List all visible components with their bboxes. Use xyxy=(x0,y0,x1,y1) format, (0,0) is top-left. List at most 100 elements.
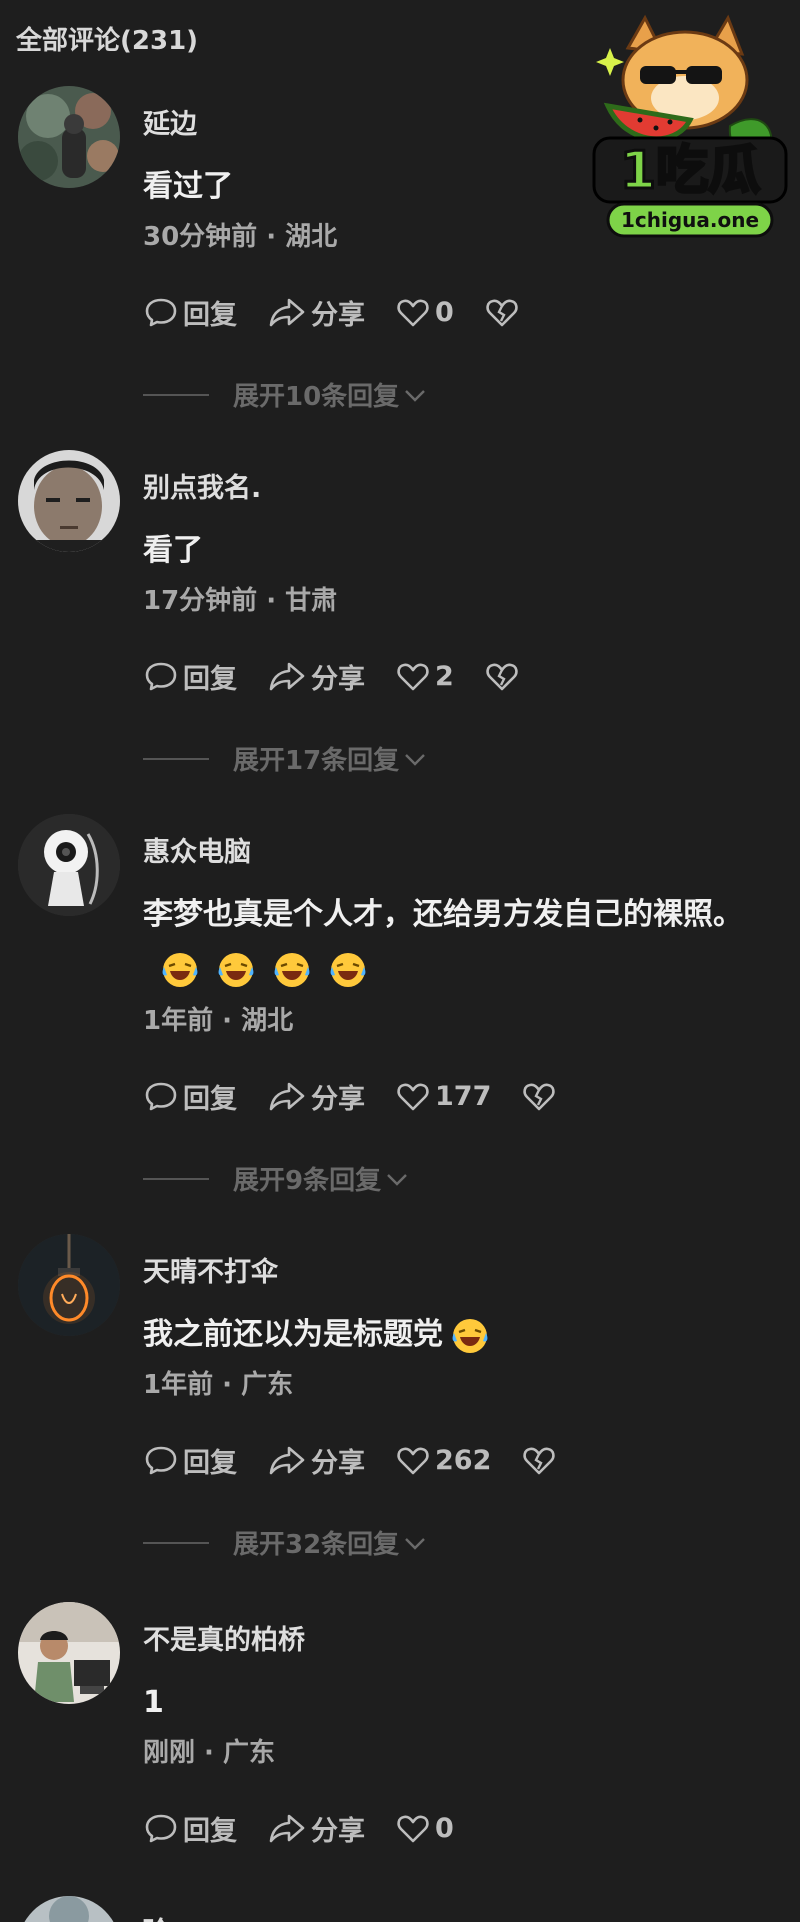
reply-button[interactable]: 回复 xyxy=(143,1809,237,1848)
chevron-down-icon xyxy=(387,1173,407,1186)
share-arrow-icon xyxy=(269,1082,305,1111)
reply-icon xyxy=(145,298,177,327)
username[interactable]: 延边 xyxy=(143,102,197,141)
broken-heart-icon xyxy=(486,663,518,691)
like-button[interactable]: 177 xyxy=(395,1078,491,1114)
share-label: 分享 xyxy=(311,1083,365,1115)
chevron-down-icon xyxy=(405,1537,426,1550)
share-button[interactable]: 分享 xyxy=(267,657,365,696)
comment-text-content: 李梦也真是个人才，还给男方发自己的裸照。 xyxy=(143,897,743,932)
reply-label: 回复 xyxy=(183,1815,237,1847)
like-count: 177 xyxy=(435,1080,492,1112)
dislike-button[interactable] xyxy=(484,658,524,694)
share-button[interactable]: 分享 xyxy=(267,1077,365,1116)
reply-label: 回复 xyxy=(183,299,237,331)
expand-replies-label: 展开17条回复 xyxy=(233,746,400,776)
reply-button[interactable]: 回复 xyxy=(143,657,237,696)
broken-heart-icon xyxy=(523,1447,556,1475)
share-label: 分享 xyxy=(311,299,365,331)
avatar[interactable] xyxy=(18,1602,120,1704)
expand-replies-button[interactable]: 展开32条回复 xyxy=(143,1524,427,1561)
username[interactable]: 别点我名. xyxy=(143,466,261,505)
chevron-down-icon xyxy=(405,753,426,766)
divider-line xyxy=(143,393,209,396)
share-button[interactable]: 分享 xyxy=(267,1809,365,1848)
laughing-crying-emoji-icon xyxy=(330,953,366,987)
heart-icon xyxy=(397,663,429,691)
comment-text: 看了 xyxy=(143,533,203,568)
reply-label: 回复 xyxy=(183,1447,237,1479)
comment-meta: 1年前 · 广东 xyxy=(143,1370,294,1400)
username[interactable]: 惠众电脑 xyxy=(143,830,251,869)
expand-replies-label: 展开10条回复 xyxy=(233,382,400,412)
broken-heart-icon xyxy=(523,1083,556,1111)
heart-icon xyxy=(397,1447,429,1475)
dislike-button[interactable] xyxy=(521,1442,561,1478)
comment-meta: 17分钟前 · 甘肃 xyxy=(143,586,338,616)
divider-line xyxy=(143,757,209,760)
share-button[interactable]: 分享 xyxy=(267,293,365,332)
comment-page: 全部评论(231) 1吃瓜 1chigua.one 延边 看过了 30分钟前 ·… xyxy=(0,0,800,1922)
reply-icon xyxy=(145,1814,177,1843)
comment-actions: 回复 分享 2 xyxy=(143,656,554,696)
dislike-button[interactable] xyxy=(521,1078,561,1114)
comments-header: 全部评论(231) xyxy=(16,26,199,56)
heart-icon xyxy=(397,299,429,327)
expand-replies-button[interactable]: 展开17条回复 xyxy=(143,740,427,777)
expand-replies-button[interactable]: 展开10条回复 xyxy=(143,376,427,413)
like-button[interactable]: 0 xyxy=(395,1810,454,1846)
avatar[interactable] xyxy=(18,450,120,552)
share-arrow-icon xyxy=(269,298,305,327)
reply-button[interactable]: 回复 xyxy=(143,1077,237,1116)
reply-label: 回复 xyxy=(183,1083,237,1115)
laughing-crying-emoji-icon xyxy=(218,953,254,987)
laughing-crying-emoji-icon xyxy=(162,953,198,987)
expand-replies-label: 展开9条回复 xyxy=(233,1166,382,1196)
comment-text-content: 我之前还以为是标题党 xyxy=(143,1317,443,1352)
comment-actions: 回复 分享 0 xyxy=(143,1808,484,1848)
reply-button[interactable]: 回复 xyxy=(143,1441,237,1480)
avatar[interactable] xyxy=(18,814,120,916)
dislike-button[interactable] xyxy=(484,294,524,330)
share-arrow-icon xyxy=(269,1814,305,1843)
expand-replies-label: 展开32条回复 xyxy=(233,1530,400,1560)
like-button[interactable]: 2 xyxy=(395,658,454,694)
like-button[interactable]: 262 xyxy=(395,1442,491,1478)
reply-label: 回复 xyxy=(183,663,237,695)
share-label: 分享 xyxy=(311,1447,365,1479)
reply-button[interactable]: 回复 xyxy=(143,293,237,332)
share-arrow-icon xyxy=(269,1446,305,1475)
reply-icon xyxy=(145,1446,177,1475)
like-count: 2 xyxy=(435,660,454,692)
chevron-down-icon xyxy=(405,389,426,402)
share-label: 分享 xyxy=(311,1815,365,1847)
avatar[interactable] xyxy=(18,1234,120,1336)
emoji-group xyxy=(143,943,367,997)
avatar[interactable] xyxy=(18,86,120,188)
comment-actions: 回复 分享 262 xyxy=(143,1440,591,1480)
share-label: 分享 xyxy=(311,663,365,695)
heart-icon xyxy=(397,1083,429,1111)
reply-icon xyxy=(145,1082,177,1111)
heart-icon xyxy=(397,1815,429,1843)
comment-meta: 1年前 · 湖北 xyxy=(143,1006,294,1036)
username[interactable]: 不是真的柏桥 xyxy=(143,1618,305,1657)
comment-meta: 刚刚 · 广东 xyxy=(143,1738,275,1768)
share-arrow-icon xyxy=(269,662,305,691)
username[interactable]: 天晴不打伞 xyxy=(143,1250,278,1289)
like-button[interactable]: 0 xyxy=(395,294,454,330)
share-button[interactable]: 分享 xyxy=(267,1441,365,1480)
avatar[interactable] xyxy=(18,1896,120,1922)
like-count: 262 xyxy=(435,1444,492,1476)
comment-actions: 回复 分享 177 xyxy=(143,1076,591,1116)
laughing-crying-emoji-icon xyxy=(452,1319,488,1353)
comment-actions: 回复 分享 0 xyxy=(143,292,554,332)
comment-text: 1 xyxy=(143,1685,164,1720)
expand-replies-button[interactable]: 展开9条回复 xyxy=(143,1160,409,1197)
comment-text: 李梦也真是个人才，还给男方发自己的裸照。 xyxy=(143,888,763,997)
reply-icon xyxy=(145,662,177,691)
emoji-group xyxy=(443,1309,489,1363)
comment-text: 看过了 xyxy=(143,169,233,204)
username[interactable]: 玲 xyxy=(143,1910,170,1922)
like-count: 0 xyxy=(435,1812,454,1844)
